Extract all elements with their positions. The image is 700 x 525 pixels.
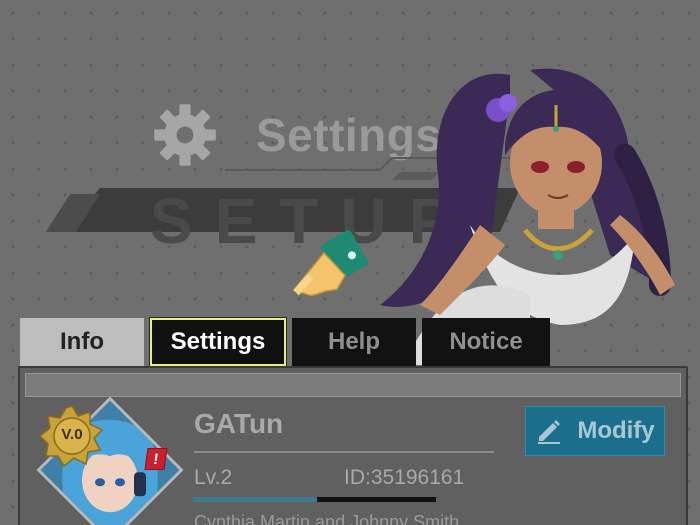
- profile-footer-text: Cynthia Martin and Johnny Smith: [194, 512, 460, 525]
- player-name: GATun: [194, 408, 284, 439]
- vip-level-label: V.0: [61, 426, 83, 443]
- panel-header-bar: [25, 373, 681, 397]
- exp-progress-bar: [193, 497, 436, 502]
- pointing-hand-icon: [292, 230, 369, 297]
- pencil-icon: [538, 420, 561, 444]
- tab-help[interactable]: Help: [292, 318, 416, 366]
- modify-button-label: Modify: [577, 417, 655, 444]
- tab-info[interactable]: Info: [20, 318, 144, 366]
- tab-notice[interactable]: Notice: [422, 318, 550, 366]
- tab-settings[interactable]: Settings: [150, 318, 286, 366]
- player-level: Lv.2: [194, 466, 233, 489]
- exp-progress-fill: [193, 497, 317, 502]
- alert-badge[interactable]: !: [144, 448, 168, 470]
- modify-button[interactable]: Modify: [525, 406, 665, 456]
- player-id: ID:35196161: [344, 466, 465, 489]
- divider: [194, 451, 494, 453]
